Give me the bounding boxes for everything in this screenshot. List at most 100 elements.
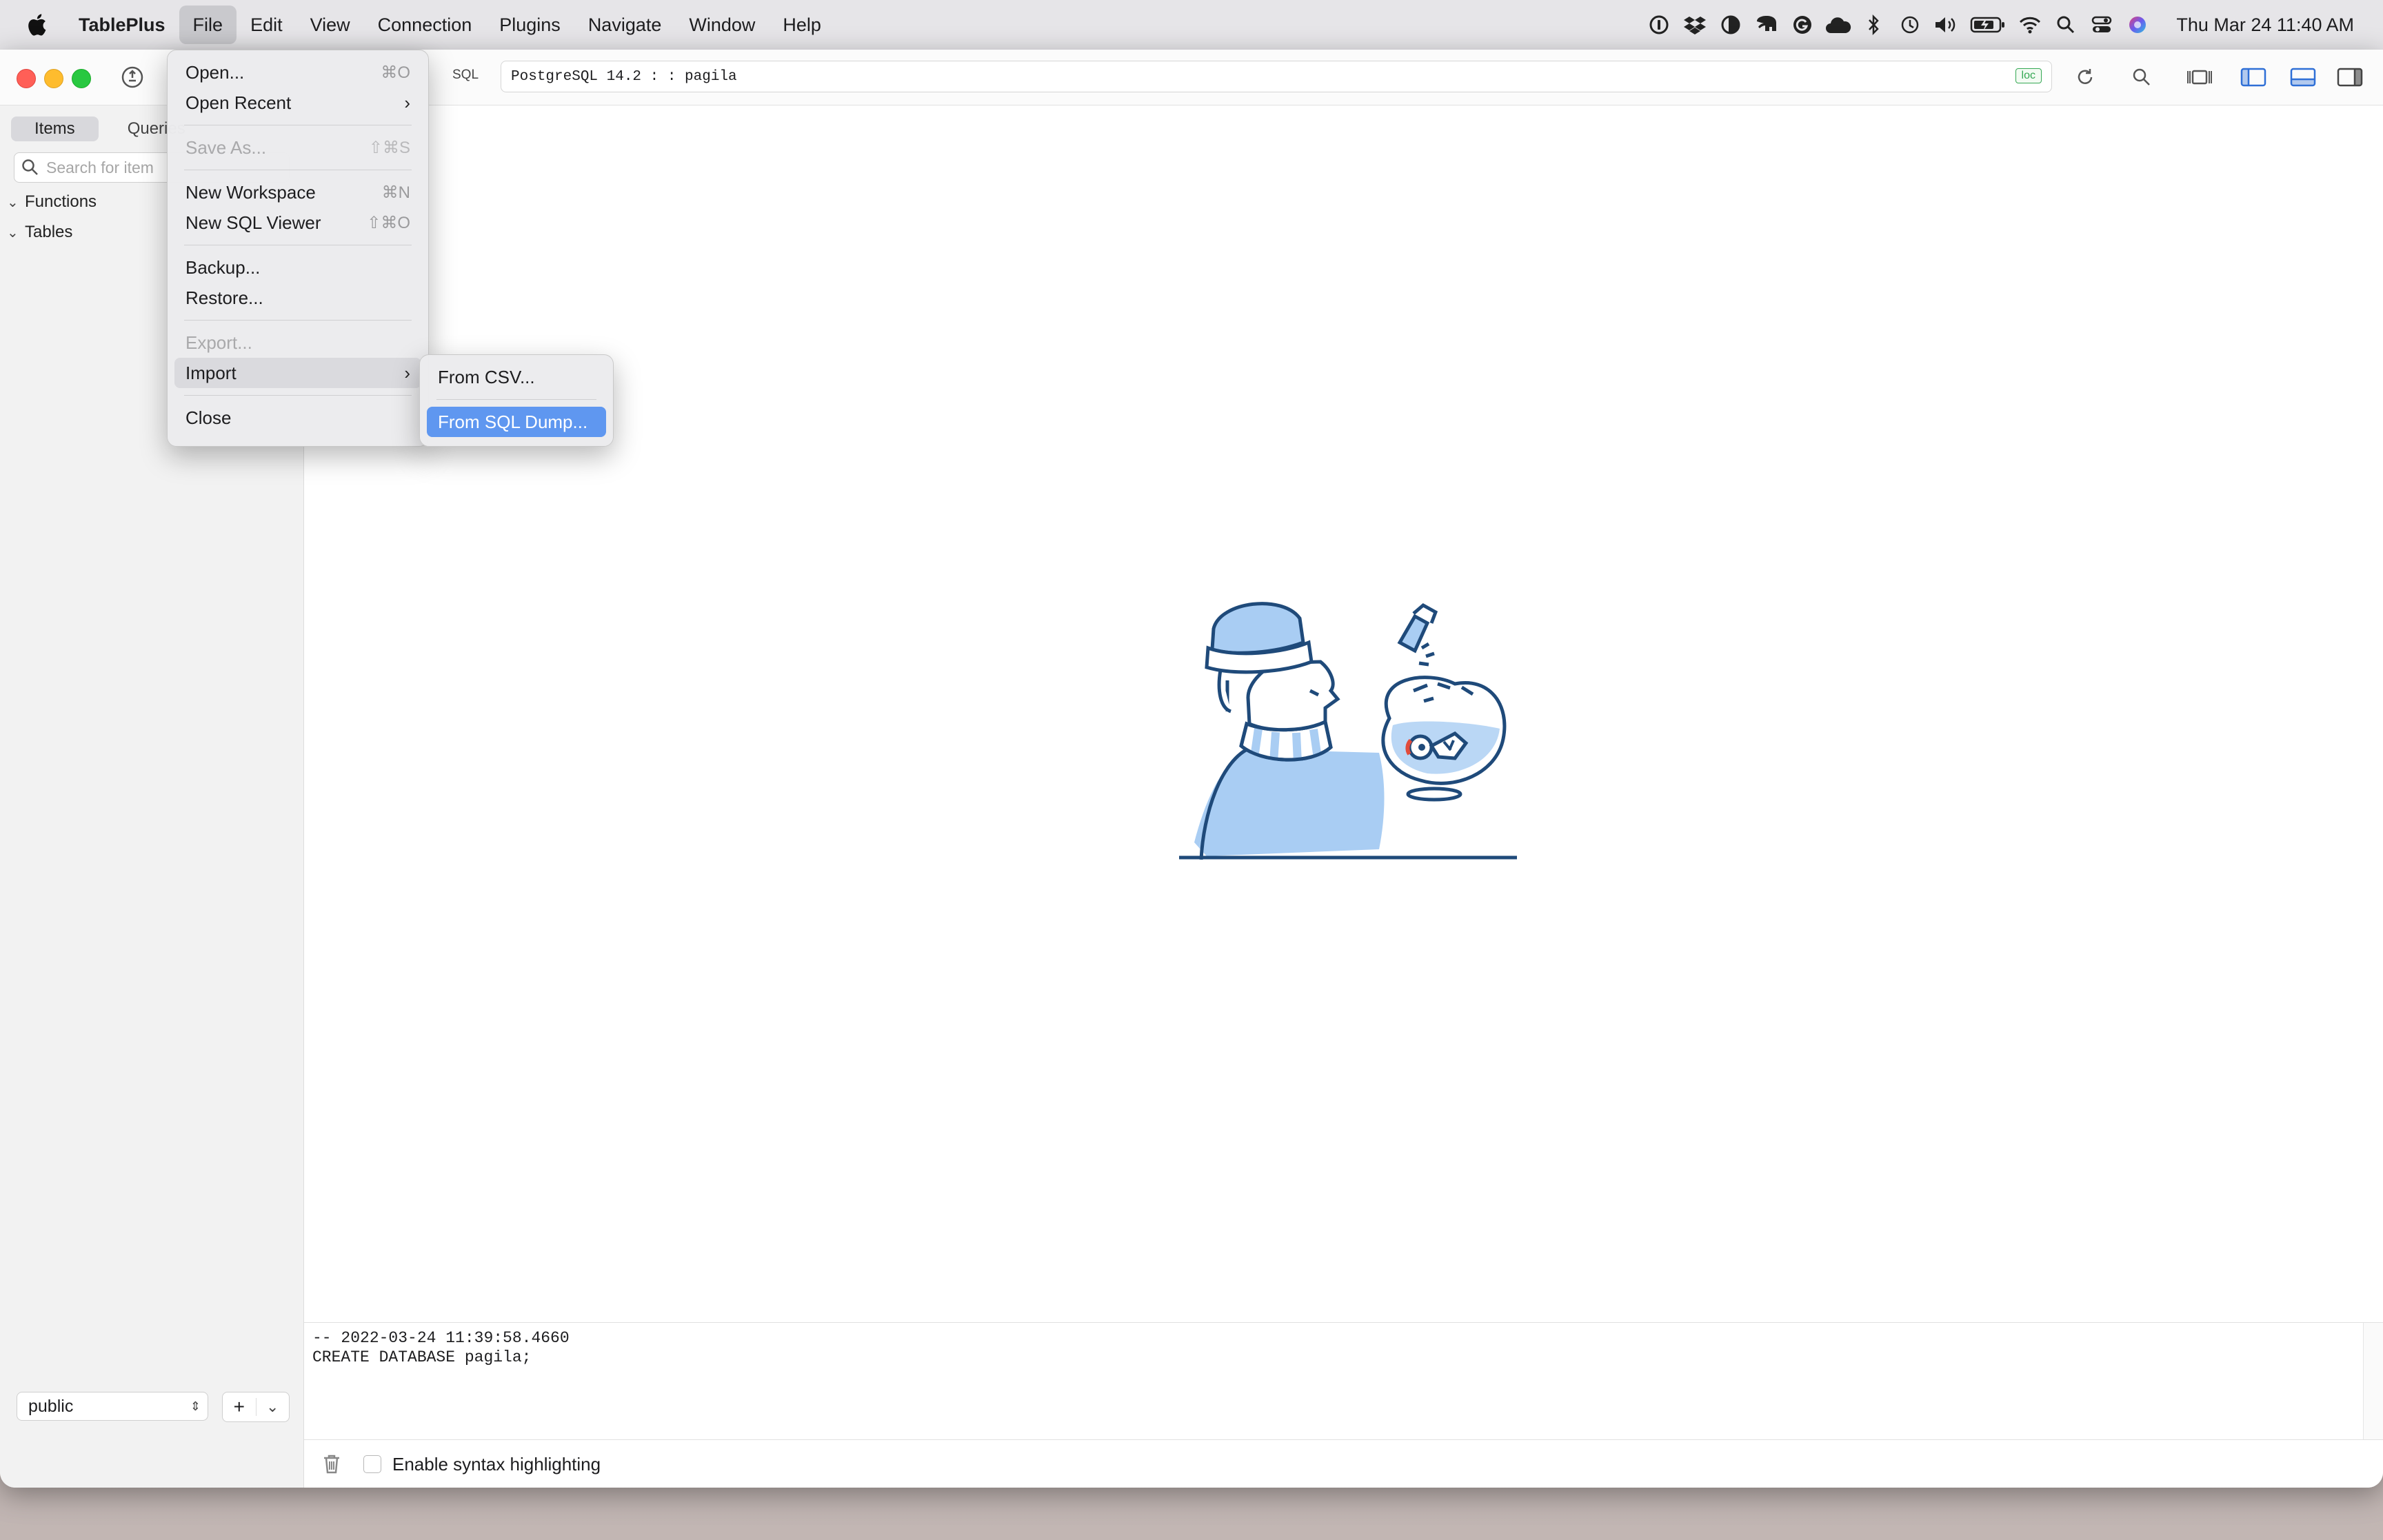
battery-icon[interactable] bbox=[1964, 0, 2012, 50]
log-line: CREATE DATABASE pagila; bbox=[312, 1348, 532, 1366]
menu-item-restore[interactable]: Restore... bbox=[174, 283, 421, 313]
chevron-down-icon[interactable]: ⌄ bbox=[255, 1398, 290, 1416]
menu-item-label: Export... bbox=[185, 332, 252, 353]
chevron-down-icon: ⌄ bbox=[7, 225, 19, 241]
toggle-bottom-panel-icon[interactable] bbox=[2288, 63, 2318, 91]
menu-separator bbox=[184, 320, 412, 321]
shortcut-label: ⌘O bbox=[381, 63, 410, 82]
app-name-menu[interactable]: TablePlus bbox=[65, 6, 179, 44]
menu-item-from-sql-dump[interactable]: From SQL Dump... bbox=[427, 407, 606, 437]
siri-icon[interactable] bbox=[2120, 0, 2155, 50]
sql-label[interactable]: SQL bbox=[452, 68, 479, 83]
toggle-left-sidebar-icon[interactable] bbox=[2238, 63, 2269, 91]
menu-window[interactable]: Window bbox=[675, 6, 769, 44]
wifi-icon[interactable] bbox=[2012, 0, 2048, 50]
search-icon[interactable] bbox=[2128, 63, 2155, 91]
menu-separator bbox=[184, 395, 412, 396]
connection-info-text: PostgreSQL 14.2 : : pagila bbox=[511, 68, 737, 85]
menu-navigate[interactable]: Navigate bbox=[574, 6, 676, 44]
trash-icon[interactable] bbox=[318, 1454, 345, 1475]
minimize-window-button[interactable] bbox=[44, 69, 63, 88]
menu-item-label: Open Recent bbox=[185, 92, 292, 113]
menu-view[interactable]: View bbox=[296, 6, 364, 44]
menu-separator bbox=[436, 399, 596, 400]
toggle-right-sidebar-icon[interactable] bbox=[2335, 63, 2365, 91]
local-connection-badge: loc bbox=[2015, 68, 2042, 83]
empty-state-illustration bbox=[1179, 602, 1517, 860]
menu-item-from-csv[interactable]: From CSV... bbox=[427, 362, 606, 392]
menu-item-close[interactable]: Close bbox=[174, 403, 421, 433]
file-menu: Open... ⌘O Open Recent › Save As... ⇧⌘S New… bbox=[167, 50, 429, 447]
dropbox-icon[interactable] bbox=[1677, 0, 1713, 50]
cloud-icon[interactable] bbox=[1820, 0, 1856, 50]
menu-file[interactable]: File bbox=[179, 6, 237, 44]
close-window-button[interactable] bbox=[17, 69, 36, 88]
menu-item-label: Import bbox=[185, 362, 237, 383]
connection-info-field[interactable]: PostgreSQL 14.2 : : pagila loc bbox=[501, 61, 2052, 92]
plus-icon[interactable]: + bbox=[223, 1396, 256, 1418]
menu-connection[interactable]: Connection bbox=[364, 6, 486, 44]
menu-item-label: New Workspace bbox=[185, 181, 316, 203]
menu-item-backup[interactable]: Backup... bbox=[174, 252, 421, 283]
sidebar-search-placeholder: Search for item bbox=[46, 158, 154, 176]
chevron-down-icon: ⌄ bbox=[7, 194, 19, 210]
contrast-icon[interactable] bbox=[1713, 0, 1749, 50]
menu-edit[interactable]: Edit bbox=[237, 6, 296, 44]
log-scrollbar[interactable] bbox=[2363, 1323, 2383, 1440]
menu-item-label: Close bbox=[185, 407, 232, 428]
zoom-window-button[interactable] bbox=[72, 69, 91, 88]
menu-plugins[interactable]: Plugins bbox=[485, 6, 574, 44]
syntax-highlighting-label[interactable]: Enable syntax highlighting bbox=[392, 1454, 601, 1475]
bottom-bar: Enable syntax highlighting bbox=[304, 1439, 2383, 1488]
grammarly-icon[interactable] bbox=[1784, 0, 1820, 50]
shortcut-label: ⇧⌘S bbox=[368, 138, 410, 157]
log-line: -- 2022-03-24 11:39:58.4660 bbox=[312, 1329, 570, 1347]
schema-select[interactable]: public ⇕ bbox=[17, 1392, 208, 1421]
volume-icon[interactable] bbox=[1928, 0, 1964, 50]
menu-item-import[interactable]: Import › bbox=[174, 358, 421, 388]
tab-items[interactable]: Items bbox=[11, 116, 99, 141]
apple-logo-icon[interactable] bbox=[0, 6, 65, 44]
chevron-right-icon: › bbox=[404, 362, 410, 383]
menu-item-open[interactable]: Open... ⌘O bbox=[174, 57, 421, 88]
tree-item-functions[interactable]: ⌄ Functions bbox=[7, 192, 97, 212]
tree-item-tables[interactable]: ⌄ Tables bbox=[7, 223, 72, 242]
time-machine-icon[interactable] bbox=[1892, 0, 1928, 50]
menu-item-export: Export... bbox=[174, 327, 421, 358]
add-item-button[interactable]: + ⌄ bbox=[222, 1392, 290, 1422]
1password-icon[interactable] bbox=[1641, 0, 1677, 50]
updown-chevron-icon: ⇕ bbox=[190, 1399, 201, 1413]
search-icon bbox=[22, 159, 38, 175]
menu-item-open-recent[interactable]: Open Recent › bbox=[174, 88, 421, 118]
fishbowl-icon bbox=[1381, 602, 1507, 802]
menu-item-label: Restore... bbox=[185, 287, 263, 308]
menu-bar: TablePlus File Edit View Connection Plug… bbox=[0, 0, 2383, 50]
refresh-icon[interactable] bbox=[2071, 63, 2099, 91]
bluetooth-icon[interactable] bbox=[1856, 0, 1892, 50]
person-icon bbox=[1194, 602, 1385, 860]
menu-bar-clock[interactable]: Thu Mar 24 11:40 AM bbox=[2176, 14, 2354, 36]
connection-status-icon[interactable] bbox=[120, 65, 145, 90]
menu-item-label: Save As... bbox=[185, 136, 267, 158]
status-menus: Thu Mar 24 11:40 AM bbox=[1641, 0, 2354, 50]
query-log[interactable]: -- 2022-03-24 11:39:58.4660 CREATE DATABA… bbox=[304, 1322, 2383, 1440]
syntax-highlighting-checkbox[interactable] bbox=[363, 1455, 381, 1473]
shortcut-label: ⌘N bbox=[381, 183, 410, 202]
menu-item-new-sql-viewer[interactable]: New SQL Viewer ⇧⌘O bbox=[174, 207, 421, 238]
chevron-right-icon: › bbox=[404, 92, 410, 113]
menu-item-label: From SQL Dump... bbox=[438, 411, 588, 432]
tree-item-label: Tables bbox=[25, 223, 73, 241]
menu-help[interactable]: Help bbox=[769, 6, 835, 44]
menu-item-label: New SQL Viewer bbox=[185, 212, 321, 233]
layout-columns-icon[interactable] bbox=[2184, 63, 2215, 91]
tree-item-label: Functions bbox=[25, 192, 97, 211]
elephant-icon[interactable] bbox=[1749, 0, 1784, 50]
menu-item-save-as: Save As... ⇧⌘S bbox=[174, 132, 421, 163]
control-center-icon[interactable] bbox=[2084, 0, 2120, 50]
search-icon[interactable] bbox=[2048, 0, 2084, 50]
menu-item-new-workspace[interactable]: New Workspace ⌘N bbox=[174, 177, 421, 207]
import-submenu: From CSV... From SQL Dump... bbox=[419, 354, 614, 447]
menu-item-label: Open... bbox=[185, 61, 245, 83]
menu-item-label: From CSV... bbox=[438, 366, 535, 387]
schema-select-value: public bbox=[28, 1396, 74, 1416]
